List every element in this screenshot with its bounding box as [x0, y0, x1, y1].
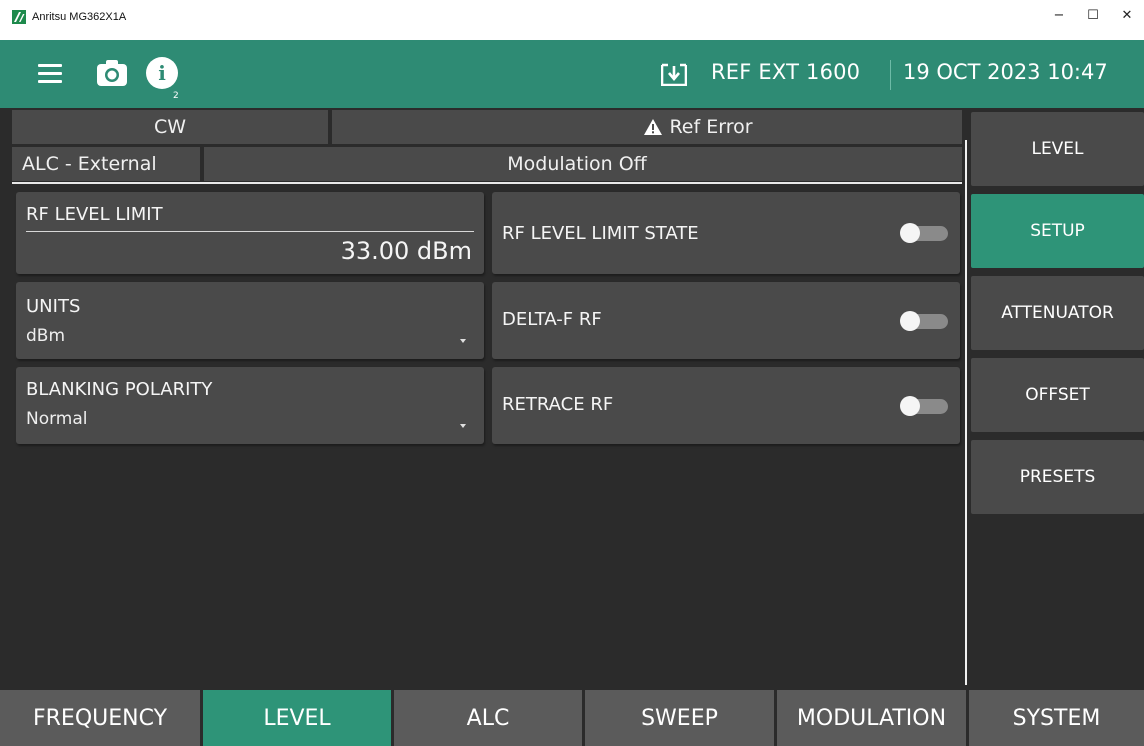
tab-label: ALC — [466, 705, 510, 731]
status-error-text: Ref Error — [669, 116, 753, 138]
camera-icon[interactable] — [96, 59, 128, 87]
app-header: i 2 REF EXT 1600 19 OCT 2023 10:47 — [0, 40, 1144, 108]
info-badge: 2 — [173, 91, 179, 101]
retrace-rf-toggle[interactable] — [898, 395, 950, 416]
status-error: Ref Error — [332, 110, 962, 144]
side-button-label: ATTENUATOR — [1001, 303, 1114, 323]
minimize-button[interactable]: − — [1042, 0, 1076, 30]
chevron-down-icon — [460, 424, 466, 428]
tab-modulation[interactable]: MODULATION — [777, 690, 966, 746]
minimize-icon: − — [1053, 7, 1065, 23]
retrace-rf-row[interactable]: RETRACE RF — [492, 367, 960, 444]
side-button-presets[interactable]: PRESETS — [971, 440, 1144, 514]
status-alc: ALC - External — [12, 147, 200, 181]
tab-system[interactable]: SYSTEM — [969, 690, 1144, 746]
tab-label: FREQUENCY — [32, 705, 168, 731]
status-alc-text: ALC - External — [22, 153, 157, 175]
anritsu-logo-icon — [12, 10, 26, 24]
rf-level-limit-label: RF LEVEL LIMIT — [26, 204, 163, 225]
tab-label: SYSTEM — [1012, 705, 1101, 731]
tab-level[interactable]: LEVEL — [203, 690, 391, 746]
side-button-offset[interactable]: OFFSET — [971, 358, 1144, 432]
rf-level-limit-state-label: RF LEVEL LIMIT STATE — [502, 223, 699, 244]
side-button-attenuator[interactable]: ATTENUATOR — [971, 276, 1144, 350]
status-modulation-text: Modulation Off — [507, 153, 647, 175]
reference-status: REF EXT 1600 — [711, 60, 861, 84]
tab-sweep[interactable]: SWEEP — [585, 690, 774, 746]
side-button-label: PRESETS — [1019, 467, 1096, 487]
ref-download-icon — [661, 63, 687, 86]
chevron-down-icon — [460, 339, 466, 343]
warning-icon — [644, 119, 663, 135]
delta-f-rf-label: DELTA-F RF — [502, 309, 602, 330]
side-menu-divider — [965, 140, 967, 685]
tab-alc[interactable]: ALC — [394, 690, 582, 746]
close-icon: ✕ — [1121, 7, 1133, 23]
maximize-icon: ☐ — [1087, 7, 1099, 23]
rf-level-limit-value: 33.00 dBm — [340, 237, 472, 265]
date-time: 19 OCT 2023 10:47 — [903, 60, 1108, 84]
tab-label: LEVEL — [263, 705, 331, 731]
window-title: Anritsu MG362X1A — [32, 11, 127, 23]
tab-label: MODULATION — [796, 705, 947, 731]
side-button-label: OFFSET — [1025, 385, 1090, 405]
tab-frequency[interactable]: FREQUENCY — [0, 690, 200, 746]
window-titlebar: Anritsu MG362X1A − ☐ ✕ — [0, 0, 1144, 40]
status-divider — [12, 182, 962, 184]
delta-f-rf-toggle[interactable] — [898, 310, 950, 331]
info-icon[interactable]: i — [146, 57, 178, 89]
rf-level-limit-state-toggle[interactable] — [898, 223, 950, 243]
status-mode: CW — [12, 110, 328, 144]
maximize-button[interactable]: ☐ — [1076, 0, 1110, 30]
side-button-label: SETUP — [1030, 221, 1085, 241]
units-value: dBm — [26, 326, 66, 346]
blanking-polarity-label: BLANKING POLARITY — [26, 379, 213, 400]
status-modulation: Modulation Off — [204, 147, 962, 181]
side-button-setup[interactable]: SETUP — [971, 194, 1144, 268]
header-divider — [890, 60, 891, 90]
side-button-level[interactable]: LEVEL — [971, 112, 1144, 186]
close-button[interactable]: ✕ — [1110, 0, 1144, 30]
status-mode-text: CW — [153, 116, 187, 138]
field-underline — [26, 231, 474, 232]
retrace-rf-label: RETRACE RF — [502, 394, 614, 415]
blanking-polarity-value: Normal — [26, 409, 88, 429]
units-select[interactable]: UNITS dBm — [16, 282, 484, 359]
menu-icon[interactable] — [38, 64, 62, 84]
side-button-label: LEVEL — [1031, 139, 1084, 159]
tab-label: SWEEP — [641, 705, 718, 731]
rf-level-limit-field[interactable]: RF LEVEL LIMIT 33.00 dBm — [16, 192, 484, 274]
blanking-polarity-select[interactable]: BLANKING POLARITY Normal — [16, 367, 484, 444]
units-label: UNITS — [26, 296, 81, 317]
rf-level-limit-state-row[interactable]: RF LEVEL LIMIT STATE — [492, 192, 960, 274]
delta-f-rf-row[interactable]: DELTA-F RF — [492, 282, 960, 359]
